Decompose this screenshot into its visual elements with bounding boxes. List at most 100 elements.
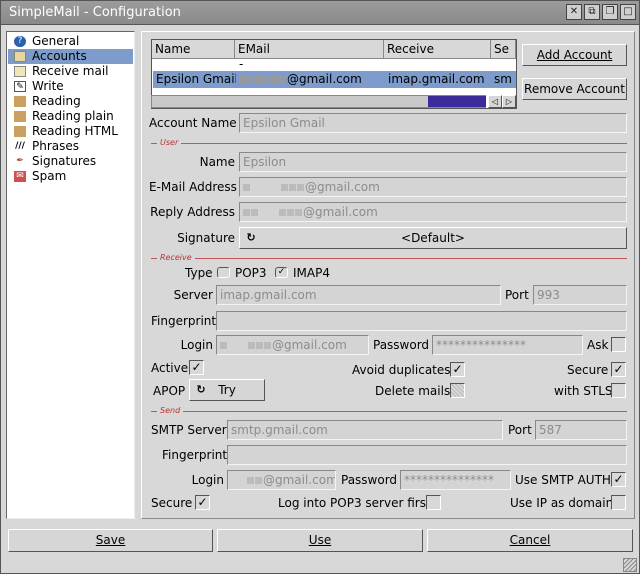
sidebar-item-accounts[interactable]: Accounts [8, 49, 133, 64]
avoid-duplicates-checkbox[interactable]: ✓ [450, 362, 465, 377]
row-send: sm [494, 72, 512, 86]
imap4-label: IMAP4 [293, 266, 330, 280]
write-icon: ✎ [14, 81, 26, 92]
use-button[interactable]: Use [217, 529, 423, 552]
reply-address-label: Reply Address [150, 205, 235, 219]
category-list[interactable]: ? General Accounts Receive mail ✎ Write Re… [6, 31, 135, 519]
receive-separator [151, 258, 627, 259]
port-field[interactable]: 993 [533, 285, 627, 305]
sidebar-item-label: General [32, 34, 80, 48]
column-header-name[interactable]: Name [152, 40, 235, 59]
scroll-left-icon[interactable]: ◁ [488, 95, 502, 108]
sidebar-item-reading-plain[interactable]: Reading plain [8, 109, 133, 124]
sidebar-item-spam[interactable]: ✉ Spam [8, 169, 133, 184]
secure-checkbox[interactable]: ✓ [611, 362, 626, 377]
add-account-button[interactable]: Add Account [522, 44, 627, 66]
delete-mails-label: Delete mails [375, 384, 451, 398]
type-label: Type [185, 266, 213, 280]
smtp-server-field[interactable]: smtp.gmail.com [227, 420, 503, 440]
delete-mails-checkbox[interactable] [450, 383, 465, 398]
sidebar-item-phrases[interactable]: /// Phrases [8, 139, 133, 154]
sidebar-item-label: Reading HTML [32, 124, 118, 138]
sidebar-item-general[interactable]: ? General [8, 34, 133, 49]
spam-icon: ✉ [14, 171, 26, 182]
receive-icon [14, 66, 26, 77]
imap4-radio[interactable]: ✓ [275, 267, 288, 278]
reading-icon [14, 96, 26, 107]
sidebar-item-receive-mail[interactable]: Receive mail [8, 64, 133, 79]
scroll-right-icon[interactable]: ▷ [502, 95, 516, 108]
pop3-label: POP3 [235, 266, 267, 280]
sidebar-item-reading[interactable]: Reading [8, 94, 133, 109]
column-header-email[interactable]: EMail [235, 40, 384, 59]
resize-grip[interactable] [623, 558, 637, 572]
sidebar-item-label: Spam [32, 169, 67, 183]
apop-cycle[interactable]: ↻ Try [189, 379, 265, 401]
account-name-field[interactable]: Epsilon Gmail [239, 113, 627, 133]
question-icon: ? [14, 36, 26, 47]
with-stls-label: with STLS [554, 384, 613, 398]
email-field[interactable]: @gmail.com [239, 177, 627, 197]
name-field[interactable]: Epsilon [239, 152, 627, 172]
save-button[interactable]: Save [8, 529, 213, 552]
smtp-secure-checkbox[interactable]: ✓ [195, 495, 210, 510]
smtp-port-field[interactable]: 587 [535, 420, 627, 440]
user-separator [151, 143, 627, 144]
smtp-auth-checkbox[interactable]: ✓ [611, 472, 626, 487]
pop3-radio[interactable] [217, 267, 230, 278]
reply-address-field[interactable]: @gmail.com [239, 202, 627, 222]
sidebar-item-label: Reading plain [32, 109, 114, 123]
scroll-knob[interactable] [428, 96, 486, 107]
smtp-password-field[interactable]: *************** [400, 470, 511, 490]
sidebar-item-reading-html[interactable]: Reading HTML [8, 124, 133, 139]
column-header-send[interactable]: Se [491, 40, 516, 59]
sidebar-item-label: Accounts [32, 49, 87, 63]
smtp-login-label: Login [191, 473, 224, 487]
close-icon[interactable]: ✕ [566, 4, 582, 20]
sidebar-item-signatures[interactable]: ✒ Signatures [8, 154, 133, 169]
password-label: Password [373, 338, 430, 352]
depth-icon[interactable]: □ [620, 4, 636, 20]
ask-label: Ask [587, 338, 609, 352]
window-title: SimpleMail - Configuration [9, 5, 181, 20]
remove-account-button[interactable]: Remove Account [522, 78, 627, 100]
smtp-auth-label: Use SMTP AUTH [515, 473, 611, 487]
smtp-fingerprint-field[interactable] [227, 445, 627, 465]
cancel-button[interactable]: Cancel [427, 529, 633, 552]
smtp-server-label: SMTP Server [151, 423, 227, 437]
stls-checkbox[interactable] [611, 383, 626, 398]
user-section-title: User [157, 139, 182, 147]
phrases-icon: /// [15, 141, 25, 151]
login-field[interactable]: @gmail.com [216, 335, 369, 355]
smtp-password-label: Password [341, 473, 398, 487]
ask-checkbox[interactable] [611, 337, 626, 352]
active-checkbox[interactable]: ✓ [189, 360, 204, 375]
signature-cycle[interactable]: ↻ <Default> [239, 227, 627, 249]
column-header-receive[interactable]: Receive [384, 40, 491, 59]
smtp-login-field[interactable]: @gmail.com [227, 470, 336, 490]
use-ip-checkbox[interactable] [611, 495, 626, 510]
pop3-first-checkbox[interactable] [426, 495, 441, 510]
secure-label: Secure [567, 363, 609, 377]
avoid-duplicates-label: Avoid duplicates [352, 363, 451, 377]
send-section-title: Send [157, 407, 184, 415]
zoom-icon[interactable]: ❐ [602, 4, 618, 20]
pop3-first-label: Log into POP3 server first [278, 496, 431, 510]
accounts-icon [14, 51, 26, 62]
signatures-icon: ✒ [16, 156, 24, 166]
fingerprint-label: Fingerprint [151, 314, 217, 328]
cycle-icon: ↻ [246, 231, 256, 244]
iconify-icon[interactable]: ⧉ [584, 4, 600, 20]
horizontal-scrollbar[interactable] [151, 95, 486, 108]
sidebar-item-write[interactable]: ✎ Write [8, 79, 133, 94]
account-name-label: Account Name [149, 116, 237, 130]
config-window: SimpleMail - Configuration ✕ ⧉ ❐ □ ? Gene… [0, 0, 640, 574]
password-field[interactable]: *************** [432, 335, 583, 355]
smtp-secure-label: Secure [151, 496, 193, 510]
sidebar-item-label: Reading [32, 94, 81, 108]
server-field[interactable]: imap.gmail.com [216, 285, 501, 305]
title-bar[interactable]: SimpleMail - Configuration ✕ ⧉ ❐ □ [1, 1, 639, 25]
use-ip-label: Use IP as domain [510, 496, 614, 510]
row-name: Epsilon Gmail [156, 72, 236, 86]
fingerprint-field[interactable] [216, 311, 627, 331]
